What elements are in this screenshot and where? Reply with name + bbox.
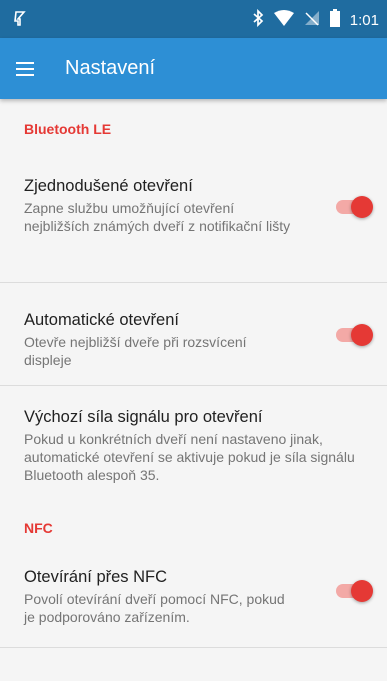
auto-open-toggle[interactable] (333, 322, 373, 348)
signal-icon (14, 10, 26, 31)
section-header-nfc: NFC (24, 520, 53, 536)
switch-thumb (351, 324, 373, 346)
page-title: Nastavení (65, 57, 156, 79)
app-toolbar: Nastavení (0, 38, 387, 99)
pref-signal-strength-summary: Pokud u konkrétních dveří není nastaveno… (24, 431, 355, 483)
pref-signal-strength[interactable]: Výchozí síla signálu pro otevření Pokud … (0, 386, 387, 492)
status-bar: 1:01 (0, 0, 387, 38)
switch-thumb (351, 580, 373, 602)
status-time: 1:01 (349, 12, 379, 29)
pref-nfc-open-summary: Povolí otevírání dveří pomocí NFC, pokud… (24, 591, 285, 625)
section-header-bluetooth-le: Bluetooth LE (24, 121, 112, 137)
nfc-open-toggle[interactable] (333, 578, 373, 604)
pref-simple-open-title: Zjednodušené otevření (24, 177, 193, 195)
wifi-icon (273, 10, 294, 31)
pref-auto-open[interactable]: Automatické otevření Otevře nejbližší dv… (0, 283, 387, 386)
bluetooth-icon (252, 8, 264, 32)
pref-signal-strength-title: Výchozí síla signálu pro otevření (24, 408, 263, 426)
settings-list: Bluetooth LE Zjednodušené otevření Zapne… (0, 121, 387, 648)
switch-thumb (351, 196, 373, 218)
pref-nfc-open-title: Otevírání přes NFC (24, 568, 168, 586)
pref-simple-open-summary: Zapne službu umožňující otevření nejbliž… (24, 200, 291, 234)
pref-simple-open[interactable]: Zjednodušené otevření Zapne službu umožň… (0, 175, 387, 283)
battery-icon (329, 9, 340, 32)
pref-nfc-open[interactable]: Otevírání přes NFC Povolí otevírání dveř… (0, 566, 387, 648)
simple-open-toggle[interactable] (333, 194, 373, 220)
pref-auto-open-summary: Otevře nejbližší dveře při rozsvícení di… (24, 334, 247, 368)
no-sim-icon (304, 10, 320, 31)
hamburger-menu-icon[interactable] (16, 61, 44, 76)
pref-auto-open-title: Automatické otevření (24, 311, 179, 329)
